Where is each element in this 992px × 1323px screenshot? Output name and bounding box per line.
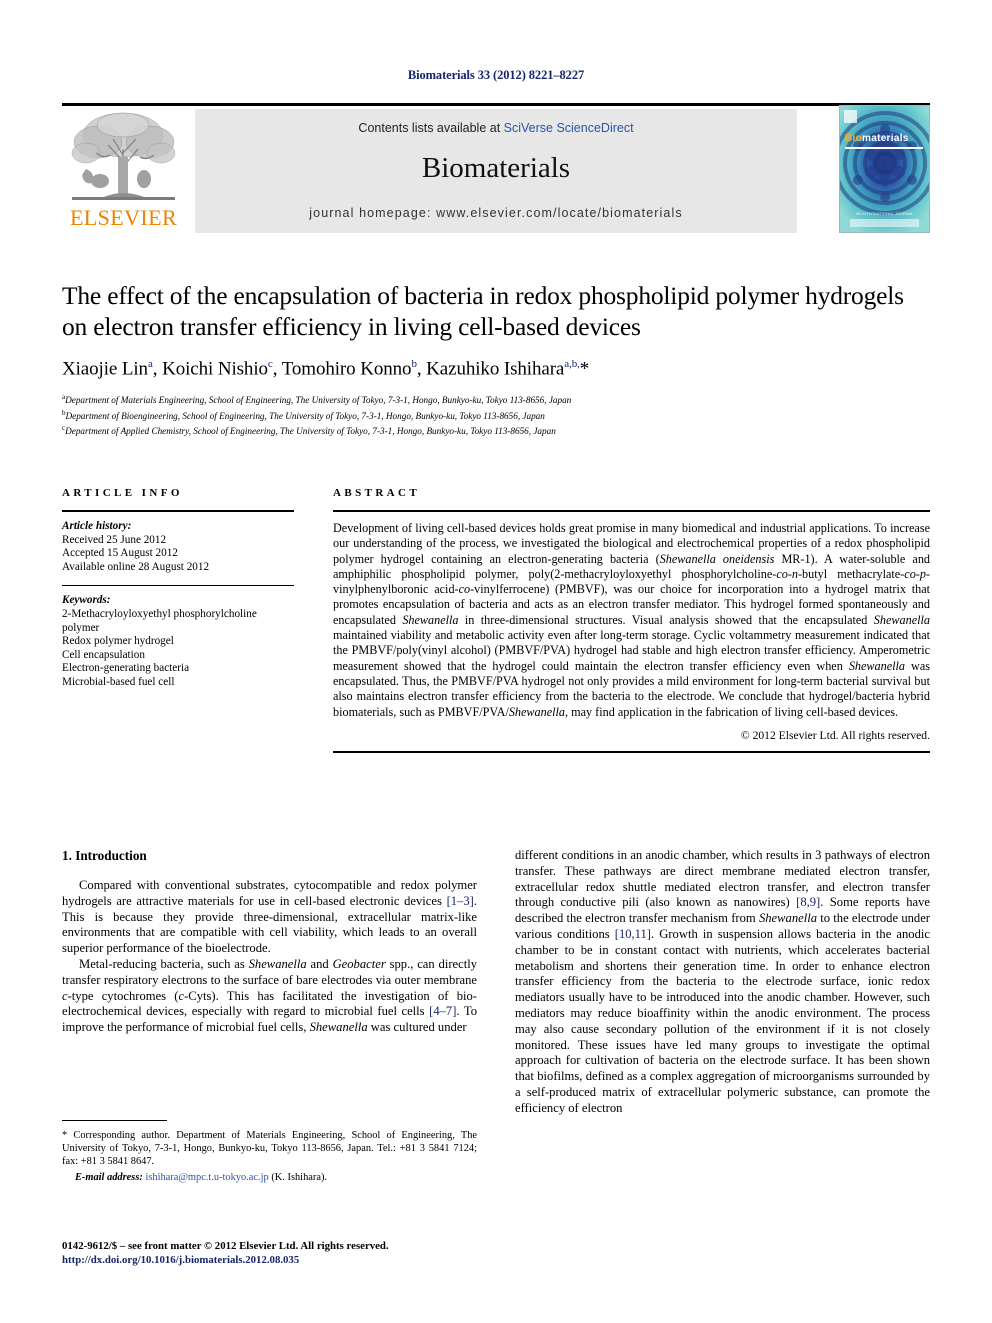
affiliation-item: aDepartment of Materials Engineering, Sc… <box>62 393 572 406</box>
issn-copyright-line: 0142-9612/$ – see front matter © 2012 El… <box>62 1240 389 1252</box>
abstract-text: Development of living cell-based devices… <box>333 521 931 719</box>
running-head: Biomaterials 33 (2012) 8221–8227 <box>407 68 585 82</box>
keyword-item: 2-Methacryloyloxyethyl phosphorylcholine… <box>62 607 257 634</box>
cover-elsevier-icon <box>844 110 857 123</box>
affiliation-item: bDepartment of Bioengineering, School of… <box>62 408 545 421</box>
introduction-heading: 1. Introduction <box>62 848 147 863</box>
citation-1-3[interactable]: [1–3] <box>447 894 474 908</box>
journal-homepage-link[interactable]: journal homepage: www.elsevier.com/locat… <box>195 206 797 220</box>
cover-underline <box>845 147 923 149</box>
article-history-items: Received 25 June 2012 Accepted 15 August … <box>62 534 294 575</box>
sciencedirect-banner: Contents lists available at SciVerse Sci… <box>195 109 797 233</box>
intro-paragraph-2: Metal-reducing bacteria, such as Shewane… <box>62 956 477 1035</box>
abstract-copyright: © 2012 Elsevier Ltd. All rights reserved… <box>740 728 930 742</box>
journal-title: Biomaterials <box>421 152 571 184</box>
elsevier-wordmark: ELSEVIER <box>69 205 178 230</box>
intro-paragraph-3: different conditions in an anodic chambe… <box>515 848 930 1115</box>
cover-footer-bar <box>850 219 919 227</box>
author-name: Tomohiro Konno <box>281 358 412 380</box>
author-list: Xiaojie Lina, Koichi Nishioc, Tomohiro K… <box>62 358 590 380</box>
author-name: Xiaojie Lin <box>62 358 148 380</box>
contents-prefix: Contents lists available at <box>358 121 504 135</box>
page-title: The effect of the encapsulation of bacte… <box>62 281 904 341</box>
author-affiliation-marker: c <box>267 358 273 370</box>
elsevier-tree-icon <box>71 112 176 200</box>
email-line: E-mail address: ishihara@mpc.t.u-tokyo.a… <box>62 1172 477 1183</box>
article-history-item: Available online 28 August 2012 <box>62 560 210 573</box>
body-column-left: 1. Introduction Compared with convention… <box>62 848 477 1036</box>
abstract-column: ABSTRACT Development of living cell-base… <box>333 487 930 753</box>
keyword-item: Electron-generating bacteria <box>62 662 190 675</box>
article-history-item: Received 25 June 2012 <box>62 533 167 546</box>
cover-title-materials: materials <box>862 133 909 144</box>
title-block: The effect of the encapsulation of bacte… <box>62 280 930 438</box>
article-history-item: Accepted 15 August 2012 <box>62 547 178 560</box>
abstract-heading: ABSTRACT <box>333 487 421 499</box>
affiliation-list: aDepartment of Materials Engineering, Sc… <box>62 391 930 437</box>
abstract-bottom-rule <box>333 750 930 753</box>
contents-available-line: Contents lists available at SciVerse Sci… <box>195 121 797 135</box>
body-column-right: different conditions in an anodic chambe… <box>515 848 930 1117</box>
cover-title: Biomaterials <box>845 133 909 144</box>
citation-10-11[interactable]: [10,11] <box>615 927 651 941</box>
article-history-label: Article history: <box>62 520 132 532</box>
author-affiliation-marker: a,b, <box>564 358 580 370</box>
corresponding-author-footnote: * Corresponding author. Department of Ma… <box>62 1120 477 1183</box>
abstract-rule <box>333 510 930 512</box>
keyword-item: Redox polymer hydrogel <box>62 635 174 648</box>
elsevier-logo: ELSEVIER <box>62 109 185 233</box>
citation-4-7[interactable]: [4–7] <box>429 1004 456 1018</box>
article-info-column: ARTICLE INFO Article history: Received 2… <box>62 487 294 690</box>
article-history-block: Article history: Received 25 June 2012 Ac… <box>62 520 294 574</box>
article-info-rule <box>62 510 294 512</box>
sciencedirect-link[interactable]: SciVerse ScienceDirect <box>504 121 634 135</box>
footnote-divider <box>62 1120 167 1121</box>
email-link[interactable]: ishihara@mpc.t.u-tokyo.ac.jp <box>145 1172 268 1183</box>
cover-title-bio: Bio <box>845 133 863 144</box>
affiliation-item: cDepartment of Applied Chemistry, School… <box>62 424 556 437</box>
email-label: E-mail address: <box>75 1172 143 1183</box>
imprint-block: 0142-9612/$ – see front matter © 2012 El… <box>62 1239 482 1267</box>
keyword-item: Cell encapsulation <box>62 648 145 661</box>
article-info-heading: ARTICLE INFO <box>62 487 183 499</box>
journal-cover-thumbnail[interactable]: Biomaterials AN INTERNATIONAL JOURNAL <box>839 105 930 233</box>
keywords-items: 2-Methacryloyloxyethyl phosphorylcholine… <box>62 608 294 690</box>
corresponding-author-text: * Corresponding author. Department of Ma… <box>62 1130 477 1167</box>
keywords-label: Keywords: <box>62 594 111 607</box>
article-info-separator <box>62 585 294 587</box>
doi-link[interactable]: http://dx.doi.org/10.1016/j.biomaterials… <box>62 1253 482 1267</box>
citation-8-9[interactable]: [8,9] <box>796 895 820 909</box>
email-owner: (K. Ishihara). <box>271 1172 328 1183</box>
journal-masthead: ELSEVIER Contents lists available at Sci… <box>62 103 930 233</box>
author-affiliation-marker: b <box>411 358 417 370</box>
intro-paragraph-1: Compared with conventional substrates, c… <box>62 878 477 956</box>
author-name: Koichi Nishio <box>162 358 268 380</box>
cover-footer-text: AN INTERNATIONAL JOURNAL <box>855 211 914 216</box>
masthead-top-rule <box>62 103 930 106</box>
keyword-item: Microbial-based fuel cell <box>62 675 175 688</box>
keywords-block: Keywords: 2-Methacryloyloxyethyl phospho… <box>62 594 294 689</box>
paper-page: Biomaterials 33 (2012) 8221–8227 ELSEVIE… <box>0 0 992 1323</box>
author-affiliation-marker: a <box>147 358 153 370</box>
author-name: Kazuhiko Ishihara <box>426 358 565 380</box>
